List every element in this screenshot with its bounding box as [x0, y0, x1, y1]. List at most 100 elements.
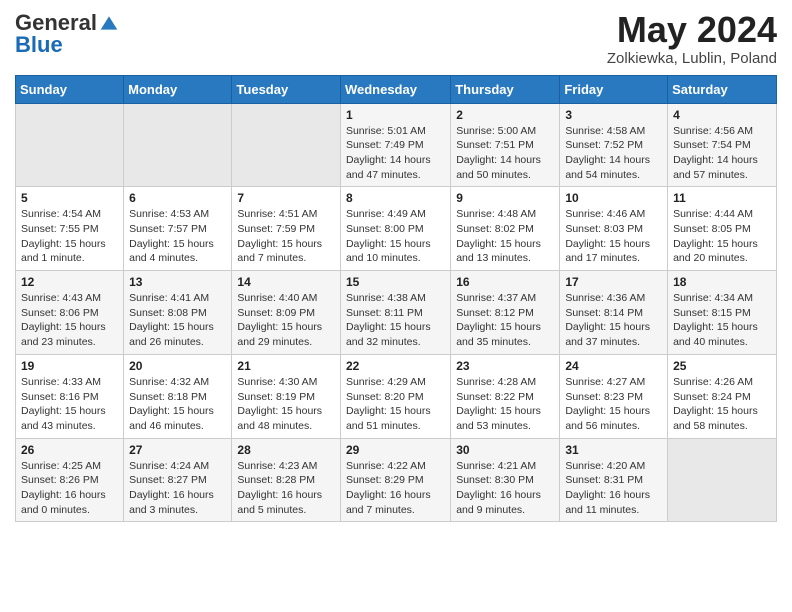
calendar-week-row: 12 Sunrise: 4:43 AMSunset: 8:06 PMDayligh…	[16, 271, 777, 355]
day-number: 4	[673, 108, 771, 122]
calendar-cell	[16, 103, 124, 187]
location: Zolkiewka, Lublin, Poland	[607, 50, 777, 67]
calendar-cell: 14 Sunrise: 4:40 AMSunset: 8:09 PMDayligh…	[232, 271, 341, 355]
calendar-cell: 29Sunrise: 4:22 AMSunset: 8:29 PMDayligh…	[340, 438, 450, 522]
day-info: Sunrise: 4:24 AMSunset: 8:27 PMDaylight:…	[129, 459, 226, 518]
day-info: Sunrise: 4:25 AMSunset: 8:26 PMDaylight:…	[21, 459, 118, 518]
day-number: 5	[21, 191, 118, 205]
day-info: Sunrise: 4:32 AMSunset: 8:18 PMDaylight:…	[129, 375, 226, 434]
month-title: May 2024	[607, 10, 777, 50]
day-info: Sunrise: 4:30 AMSunset: 8:19 PMDaylight:…	[237, 375, 335, 434]
calendar-cell	[232, 103, 341, 187]
day-number: 29	[346, 443, 445, 457]
weekday-header: Thursday	[451, 75, 560, 103]
day-info: Sunrise: 4:53 AMSunset: 7:57 PMDaylight:…	[129, 207, 226, 266]
day-info: Sunrise: 4:43 AMSunset: 8:06 PMDaylight:…	[21, 291, 118, 350]
calendar-cell: 5 Sunrise: 4:54 AMSunset: 7:55 PMDaylight…	[16, 187, 124, 271]
day-number: 12	[21, 275, 118, 289]
day-number: 8	[346, 191, 445, 205]
calendar-cell: 7Sunrise: 4:51 AMSunset: 7:59 PMDaylight…	[232, 187, 341, 271]
calendar-cell: 23 Sunrise: 4:28 AMSunset: 8:22 PMDayligh…	[451, 354, 560, 438]
calendar-cell: 28 Sunrise: 4:23 AMSunset: 8:28 PMDayligh…	[232, 438, 341, 522]
calendar-cell: 25 Sunrise: 4:26 AMSunset: 8:24 PMDayligh…	[668, 354, 777, 438]
day-info: Sunrise: 4:21 AMSunset: 8:30 PMDaylight:…	[456, 459, 554, 518]
calendar-cell: 13 Sunrise: 4:41 AMSunset: 8:08 PMDayligh…	[124, 271, 232, 355]
day-number: 13	[129, 275, 226, 289]
calendar-cell: 15Sunrise: 4:38 AMSunset: 8:11 PMDayligh…	[340, 271, 450, 355]
day-number: 1	[346, 108, 445, 122]
day-number: 20	[129, 359, 226, 373]
day-info: Sunrise: 5:00 AMSunset: 7:51 PMDaylight:…	[456, 124, 554, 183]
day-info: Sunrise: 4:44 AMSunset: 8:05 PMDaylight:…	[673, 207, 771, 266]
calendar-cell: 10 Sunrise: 4:46 AMSunset: 8:03 PMDayligh…	[560, 187, 668, 271]
calendar-week-row: 1 Sunrise: 5:01 AMSunset: 7:49 PMDaylight…	[16, 103, 777, 187]
calendar-cell: 12 Sunrise: 4:43 AMSunset: 8:06 PMDayligh…	[16, 271, 124, 355]
day-number: 22	[346, 359, 445, 373]
day-info: Sunrise: 4:34 AMSunset: 8:15 PMDaylight:…	[673, 291, 771, 350]
day-info: Sunrise: 4:36 AMSunset: 8:14 PMDaylight:…	[565, 291, 662, 350]
day-info: Sunrise: 4:48 AMSunset: 8:02 PMDaylight:…	[456, 207, 554, 266]
day-info: Sunrise: 4:58 AMSunset: 7:52 PMDaylight:…	[565, 124, 662, 183]
calendar-cell: 11Sunrise: 4:44 AMSunset: 8:05 PMDayligh…	[668, 187, 777, 271]
calendar-cell: 27 Sunrise: 4:24 AMSunset: 8:27 PMDayligh…	[124, 438, 232, 522]
day-info: Sunrise: 4:26 AMSunset: 8:24 PMDaylight:…	[673, 375, 771, 434]
calendar-cell: 9Sunrise: 4:48 AMSunset: 8:02 PMDaylight…	[451, 187, 560, 271]
weekday-header: Friday	[560, 75, 668, 103]
day-info: Sunrise: 4:49 AMSunset: 8:00 PMDaylight:…	[346, 207, 445, 266]
day-number: 19	[21, 359, 118, 373]
calendar-cell: 4 Sunrise: 4:56 AMSunset: 7:54 PMDaylight…	[668, 103, 777, 187]
day-info: Sunrise: 4:28 AMSunset: 8:22 PMDaylight:…	[456, 375, 554, 434]
day-info: Sunrise: 4:46 AMSunset: 8:03 PMDaylight:…	[565, 207, 662, 266]
weekday-header: Saturday	[668, 75, 777, 103]
day-number: 23	[456, 359, 554, 373]
day-info: Sunrise: 4:41 AMSunset: 8:08 PMDaylight:…	[129, 291, 226, 350]
calendar-table: SundayMondayTuesdayWednesdayThursdayFrid…	[15, 75, 777, 523]
calendar-cell: 16 Sunrise: 4:37 AMSunset: 8:12 PMDayligh…	[451, 271, 560, 355]
day-info: Sunrise: 4:56 AMSunset: 7:54 PMDaylight:…	[673, 124, 771, 183]
day-info: Sunrise: 4:23 AMSunset: 8:28 PMDaylight:…	[237, 459, 335, 518]
calendar-cell: 18 Sunrise: 4:34 AMSunset: 8:15 PMDayligh…	[668, 271, 777, 355]
calendar-cell: 30 Sunrise: 4:21 AMSunset: 8:30 PMDayligh…	[451, 438, 560, 522]
day-number: 21	[237, 359, 335, 373]
day-number: 30	[456, 443, 554, 457]
day-info: Sunrise: 4:29 AMSunset: 8:20 PMDaylight:…	[346, 375, 445, 434]
calendar-week-row: 19Sunrise: 4:33 AMSunset: 8:16 PMDayligh…	[16, 354, 777, 438]
day-number: 16	[456, 275, 554, 289]
day-info: Sunrise: 4:40 AMSunset: 8:09 PMDaylight:…	[237, 291, 335, 350]
page-header: General Blue May 2024 Zolkiewka, Lublin,…	[15, 10, 777, 67]
calendar-cell: 2 Sunrise: 5:00 AMSunset: 7:51 PMDaylight…	[451, 103, 560, 187]
calendar-cell	[124, 103, 232, 187]
day-info: Sunrise: 4:37 AMSunset: 8:12 PMDaylight:…	[456, 291, 554, 350]
day-info: Sunrise: 4:27 AMSunset: 8:23 PMDaylight:…	[565, 375, 662, 434]
title-area: May 2024 Zolkiewka, Lublin, Poland	[607, 10, 777, 67]
calendar-cell: 20 Sunrise: 4:32 AMSunset: 8:18 PMDayligh…	[124, 354, 232, 438]
day-number: 15	[346, 275, 445, 289]
calendar-week-row: 26 Sunrise: 4:25 AMSunset: 8:26 PMDayligh…	[16, 438, 777, 522]
calendar-cell	[668, 438, 777, 522]
day-info: Sunrise: 4:51 AMSunset: 7:59 PMDaylight:…	[237, 207, 335, 266]
day-number: 26	[21, 443, 118, 457]
day-number: 25	[673, 359, 771, 373]
calendar-cell: 17 Sunrise: 4:36 AMSunset: 8:14 PMDayligh…	[560, 271, 668, 355]
calendar-cell: 8 Sunrise: 4:49 AMSunset: 8:00 PMDaylight…	[340, 187, 450, 271]
calendar-cell: 1 Sunrise: 5:01 AMSunset: 7:49 PMDaylight…	[340, 103, 450, 187]
weekday-header: Tuesday	[232, 75, 341, 103]
day-number: 10	[565, 191, 662, 205]
day-number: 24	[565, 359, 662, 373]
day-number: 2	[456, 108, 554, 122]
day-number: 17	[565, 275, 662, 289]
logo-blue: Blue	[15, 32, 63, 58]
day-info: Sunrise: 4:54 AMSunset: 7:55 PMDaylight:…	[21, 207, 118, 266]
day-info: Sunrise: 5:01 AMSunset: 7:49 PMDaylight:…	[346, 124, 445, 183]
day-number: 27	[129, 443, 226, 457]
calendar-cell: 26 Sunrise: 4:25 AMSunset: 8:26 PMDayligh…	[16, 438, 124, 522]
day-number: 14	[237, 275, 335, 289]
day-number: 18	[673, 275, 771, 289]
logo: General Blue	[15, 10, 119, 58]
day-number: 28	[237, 443, 335, 457]
weekday-header: Sunday	[16, 75, 124, 103]
day-number: 6	[129, 191, 226, 205]
weekday-header: Monday	[124, 75, 232, 103]
calendar-cell: 24 Sunrise: 4:27 AMSunset: 8:23 PMDayligh…	[560, 354, 668, 438]
day-info: Sunrise: 4:20 AMSunset: 8:31 PMDaylight:…	[565, 459, 662, 518]
